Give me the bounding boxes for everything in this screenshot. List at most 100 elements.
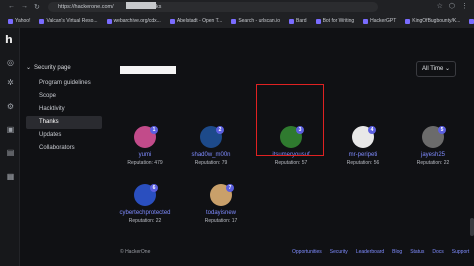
time-filter-value: All Time [422, 66, 444, 72]
thanks-card: 4 mr-peripeti Reputation: 56 [330, 116, 396, 174]
footer-links: Opportunities Security Leaderboard Blog Stat… [292, 249, 474, 255]
menu-icon[interactable]: ⋮ [461, 2, 468, 10]
bookmark-label: Abelstadt - Open T... [176, 18, 223, 24]
address-row: ← → ↻ https://hackerone.com//thanks ☆ ⬡ … [0, 0, 474, 14]
bookmarks-bar: Yahoo! Valcan's Virtual Reso... webarchive… [0, 14, 474, 28]
thanks-card: 2 shad0w_m00n Reputation: 79 [178, 116, 244, 174]
extensions-icon[interactable]: ⬡ [449, 2, 455, 10]
bookmark-item[interactable]: Bard [289, 18, 307, 24]
url-bar[interactable]: https://hackerone.com//thanks [48, 2, 378, 12]
bookmark-item[interactable]: Bot for Writing [315, 18, 355, 24]
url-prefix: https://hackerone.com/ [58, 4, 114, 10]
bookmark-label: webarchive.org/cdx... [113, 18, 161, 24]
url-redaction [126, 2, 156, 9]
bookmark-favicon-icon [315, 18, 321, 24]
bookmark-favicon-icon [405, 18, 411, 24]
bookmark-label: KingOfBugbounty/K... [412, 18, 461, 24]
rank-badge: 2 [216, 126, 224, 134]
bookmark-favicon-icon [289, 18, 294, 24]
bookmark-favicon-icon [231, 18, 237, 24]
highlight-box [256, 84, 324, 156]
sidebar-item-collaborators[interactable]: Collaborators [26, 142, 102, 155]
bookmark-item[interactable]: Valcan's Virtual Reso... [39, 18, 98, 24]
bookmark-favicon-icon [169, 18, 175, 24]
sidebar-item-hacktivity[interactable]: Hacktivity [26, 103, 102, 116]
rank-badge: 6 [150, 184, 158, 192]
bookmark-label: Valcan's Virtual Reso... [46, 18, 98, 24]
chevron-down-icon: ⌄ [26, 65, 32, 71]
username-link[interactable]: todayisnew [188, 210, 254, 216]
bookmark-item[interactable]: Abelstadt - Open T... [169, 18, 223, 24]
reputation-text: Reputation: 79 [194, 160, 228, 166]
bookmark-item[interactable]: Yahoo! [8, 18, 30, 24]
thanks-card: 1 yumi Reputation: 479 [112, 116, 178, 174]
bug-icon[interactable]: ✲ [6, 78, 15, 87]
reputation-text: Reputation: 17 [204, 218, 238, 224]
rank-badge: 5 [438, 126, 446, 134]
forward-icon[interactable]: → [21, 3, 28, 11]
sidebar-item-thanks[interactable]: Thanks [26, 116, 102, 129]
hackerone-page: h ◎ ✲ ⚙ ▣ ▤ ▦ ⌄ Security page Program gu… [0, 28, 474, 266]
bookmark-favicon-icon [363, 18, 369, 24]
rank-badge: 4 [368, 126, 376, 134]
back-icon[interactable]: ← [8, 3, 15, 11]
username-link[interactable]: shad0w_m00n [178, 152, 244, 158]
sidebar-section-header[interactable]: ⌄ Security page [26, 64, 102, 72]
bookmark-star-icon[interactable]: ☆ [437, 2, 443, 10]
bookmark-item[interactable]: KingOfBugbounty/K... [405, 18, 460, 24]
bookmark-label: Bard [296, 18, 307, 24]
reputation-text: Reputation: 479 [127, 160, 163, 166]
scrollbar-thumb[interactable] [470, 218, 474, 236]
footer-link[interactable]: Docs [432, 249, 443, 255]
settings-icon[interactable]: ⚙ [6, 102, 15, 111]
bookmark-favicon-icon [8, 18, 13, 24]
footer-copyright: © HackerOne [120, 249, 151, 255]
thanks-card: 5 jayesh25 Reputation: 22 [400, 116, 466, 174]
footer-link[interactable]: Support [452, 249, 470, 255]
thanks-panel: All Time ⌄ 1 yumi Reputation: 479 2 shad0w_m… [108, 54, 456, 244]
username-link[interactable]: jayesh25 [400, 152, 466, 158]
username-link[interactable]: yumi [112, 152, 178, 158]
footer-link[interactable]: Opportunities [292, 249, 322, 255]
bookmark-item[interactable]: HackerGPT [363, 18, 396, 24]
sidebar-section-title: Security page [34, 64, 71, 71]
bookmark-label: Search - urlscan.io [238, 18, 280, 24]
reputation-text: Reputation: 57 [274, 160, 308, 166]
chevron-down-icon: ⌄ [444, 66, 450, 72]
sidebar-item-scope[interactable]: Scope [26, 90, 102, 103]
calendar-icon[interactable]: ▦ [6, 172, 15, 181]
image-icon[interactable]: ▣ [6, 125, 15, 134]
bookmark-favicon-icon [469, 18, 474, 24]
browser-chrome: ← → ↻ https://hackerone.com//thanks ☆ ⬡ … [0, 0, 474, 28]
footer-link[interactable]: Leaderboard [356, 249, 384, 255]
target-icon[interactable]: ◎ [6, 58, 15, 67]
reputation-text: Reputation: 22 [128, 218, 162, 224]
thanks-card: 6 cybertechprotected Reputation: 22 [112, 174, 178, 232]
time-filter-select[interactable]: All Time ⌄ [416, 61, 456, 77]
bookmark-label: Bot for Writing [322, 18, 355, 24]
username-link[interactable]: mr-peripeti [330, 152, 396, 158]
bookmark-favicon-icon [106, 18, 112, 24]
browser-icons: ☆ ⬡ ⋮ [437, 2, 468, 10]
bookmark-favicon-icon [39, 18, 45, 24]
footer-link[interactable]: Blog [392, 249, 402, 255]
bookmark-label: HackerGPT [370, 18, 397, 24]
icon-rail: h ◎ ✲ ⚙ ▣ ▤ ▦ [0, 28, 20, 266]
chart-icon[interactable]: ▤ [6, 148, 15, 157]
footer-link[interactable]: Security [330, 249, 348, 255]
bookmark-item[interactable]: Search - urlscan.io [231, 18, 280, 24]
hackerone-logo[interactable]: h [5, 33, 13, 46]
bookmark-item[interactable]: webarchive.org/cdx... [106, 18, 161, 24]
reputation-text: Reputation: 56 [346, 160, 380, 166]
footer-link[interactable]: Status [410, 249, 424, 255]
nav-buttons: ← → ↻ [0, 3, 40, 11]
rank-badge: 7 [226, 184, 234, 192]
bookmark-label: Yahoo! [15, 18, 31, 24]
reload-icon[interactable]: ↻ [34, 3, 40, 11]
username-link[interactable]: cybertechprotected [112, 210, 178, 216]
footer: © HackerOne Opportunities Security Leaderb… [120, 249, 474, 259]
sidebar-nav: ⌄ Security page Program guidelines Scope… [26, 64, 102, 155]
sidebar-item-updates[interactable]: Updates [26, 129, 102, 142]
bookmark-item[interactable]: Bug Security Neon [469, 18, 474, 24]
sidebar-item-program-guidelines[interactable]: Program guidelines [26, 77, 102, 90]
